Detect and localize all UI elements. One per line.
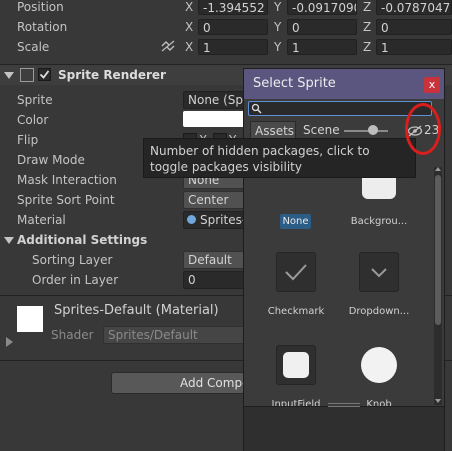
color-label: Color	[17, 113, 49, 127]
scale-y-axis: Y	[274, 40, 282, 54]
additional-settings-label[interactable]: Additional Settings	[17, 232, 147, 248]
mask-interaction-label: Mask Interaction	[17, 173, 117, 187]
zoom-slider-handle[interactable]	[368, 125, 378, 135]
material-name: Sprites-Default (Material)	[54, 303, 219, 318]
sprite-sort-point-label: Sprite Sort Point	[17, 193, 115, 207]
material-icon	[187, 215, 196, 224]
sprite-renderer-icon	[20, 68, 34, 82]
draw-mode-label: Draw Mode	[17, 153, 85, 167]
sprite-grid: None Backgrou... Checkmark Dropdown... I…	[244, 169, 444, 409]
rotation-z-field[interactable]: 0	[376, 19, 452, 35]
chevron-down-icon	[371, 268, 387, 278]
color-swatch[interactable]	[183, 111, 245, 127]
checkmark-sprite-thumb[interactable]	[276, 252, 316, 292]
scroll-up-icon[interactable]	[435, 167, 441, 171]
foldout-arrow-icon[interactable]	[4, 72, 14, 79]
hidden-packages-tooltip: Number of hidden packages, click to togg…	[143, 138, 416, 178]
add-component-button[interactable]: Add Compo	[111, 372, 245, 394]
splitter-line[interactable]	[328, 403, 360, 404]
constrain-proportions-icon[interactable]	[161, 40, 175, 52]
preview-pane	[244, 403, 444, 451]
order-in-layer-field[interactable]: 0	[183, 271, 245, 289]
sprite-renderer-title: Sprite Renderer	[58, 68, 166, 82]
search-icon	[251, 103, 262, 114]
rotation-label: Rotation	[17, 20, 68, 34]
scroll-thumb[interactable]	[435, 175, 441, 325]
position-x-field[interactable]: -1.394552	[198, 0, 268, 15]
position-label: Position	[17, 0, 64, 14]
sorting-layer-label: Sorting Layer	[32, 253, 113, 267]
position-y-field[interactable]: -0.0917090	[287, 0, 357, 15]
item-label-dropdown: Dropdown...	[348, 306, 410, 317]
sprite-sort-point-dropdown[interactable]: Center	[183, 191, 245, 209]
shader-dropdown[interactable]: Sprites/Default	[103, 326, 245, 344]
search-input[interactable]	[248, 101, 432, 116]
knob-sprite-thumb[interactable]	[361, 347, 397, 383]
scrollbar[interactable]	[434, 167, 442, 405]
checkmark-icon	[285, 264, 307, 281]
scale-label: Scale	[17, 40, 50, 54]
scroll-down-icon[interactable]	[435, 399, 441, 403]
splitter-line-2[interactable]	[328, 406, 360, 407]
select-sprite-title: Select Sprite	[253, 76, 336, 91]
rotation-z-axis: Z	[363, 20, 372, 34]
select-sprite-titlebar[interactable]: Select Sprite x	[244, 69, 444, 99]
sprite-label: Sprite	[17, 93, 53, 107]
material-field[interactable]: Sprites-	[183, 211, 245, 229]
order-in-layer-label: Order in Layer	[32, 273, 119, 287]
rotation-x-field[interactable]: 0	[198, 19, 268, 35]
inputfield-preview	[283, 352, 309, 378]
additional-settings-arrow-icon[interactable]	[4, 237, 14, 244]
position-z-field[interactable]: -0.0787047	[376, 0, 452, 15]
scale-x-field[interactable]: 1	[198, 39, 268, 55]
material-preview	[17, 306, 43, 332]
scale-y-field[interactable]: 1	[287, 39, 357, 55]
flip-label: Flip	[17, 133, 39, 147]
dropdown-sprite-thumb[interactable]	[359, 252, 399, 292]
shader-label: Shader	[51, 328, 94, 342]
position-y-axis: Y	[274, 0, 282, 14]
scale-z-field[interactable]: 1	[376, 39, 452, 55]
material-value: Sprites-	[200, 213, 245, 227]
rotation-y-axis: Y	[274, 20, 282, 34]
inputfield-sprite-thumb[interactable]	[276, 345, 316, 385]
material-foldout-icon[interactable]	[6, 337, 13, 347]
sorting-layer-dropdown[interactable]: Default	[183, 251, 245, 269]
item-label-none: None	[282, 216, 309, 227]
position-z-axis: Z	[363, 0, 372, 14]
highlight-ring	[405, 103, 441, 155]
item-label-background: Backgrou...	[350, 216, 408, 227]
scale-x-axis: X	[185, 40, 194, 54]
enabled-checkbox[interactable]	[38, 68, 51, 81]
rotation-y-field[interactable]: 0	[287, 19, 357, 35]
item-label-checkmark: Checkmark	[267, 306, 325, 317]
material-label: Material	[17, 213, 66, 227]
zoom-slider[interactable]	[344, 130, 388, 132]
rotation-x-axis: X	[185, 20, 194, 34]
scale-z-axis: Z	[363, 40, 372, 54]
close-button[interactable]: x	[424, 77, 440, 93]
list-item-none[interactable]: None	[280, 214, 311, 229]
position-x-axis: X	[185, 0, 194, 14]
